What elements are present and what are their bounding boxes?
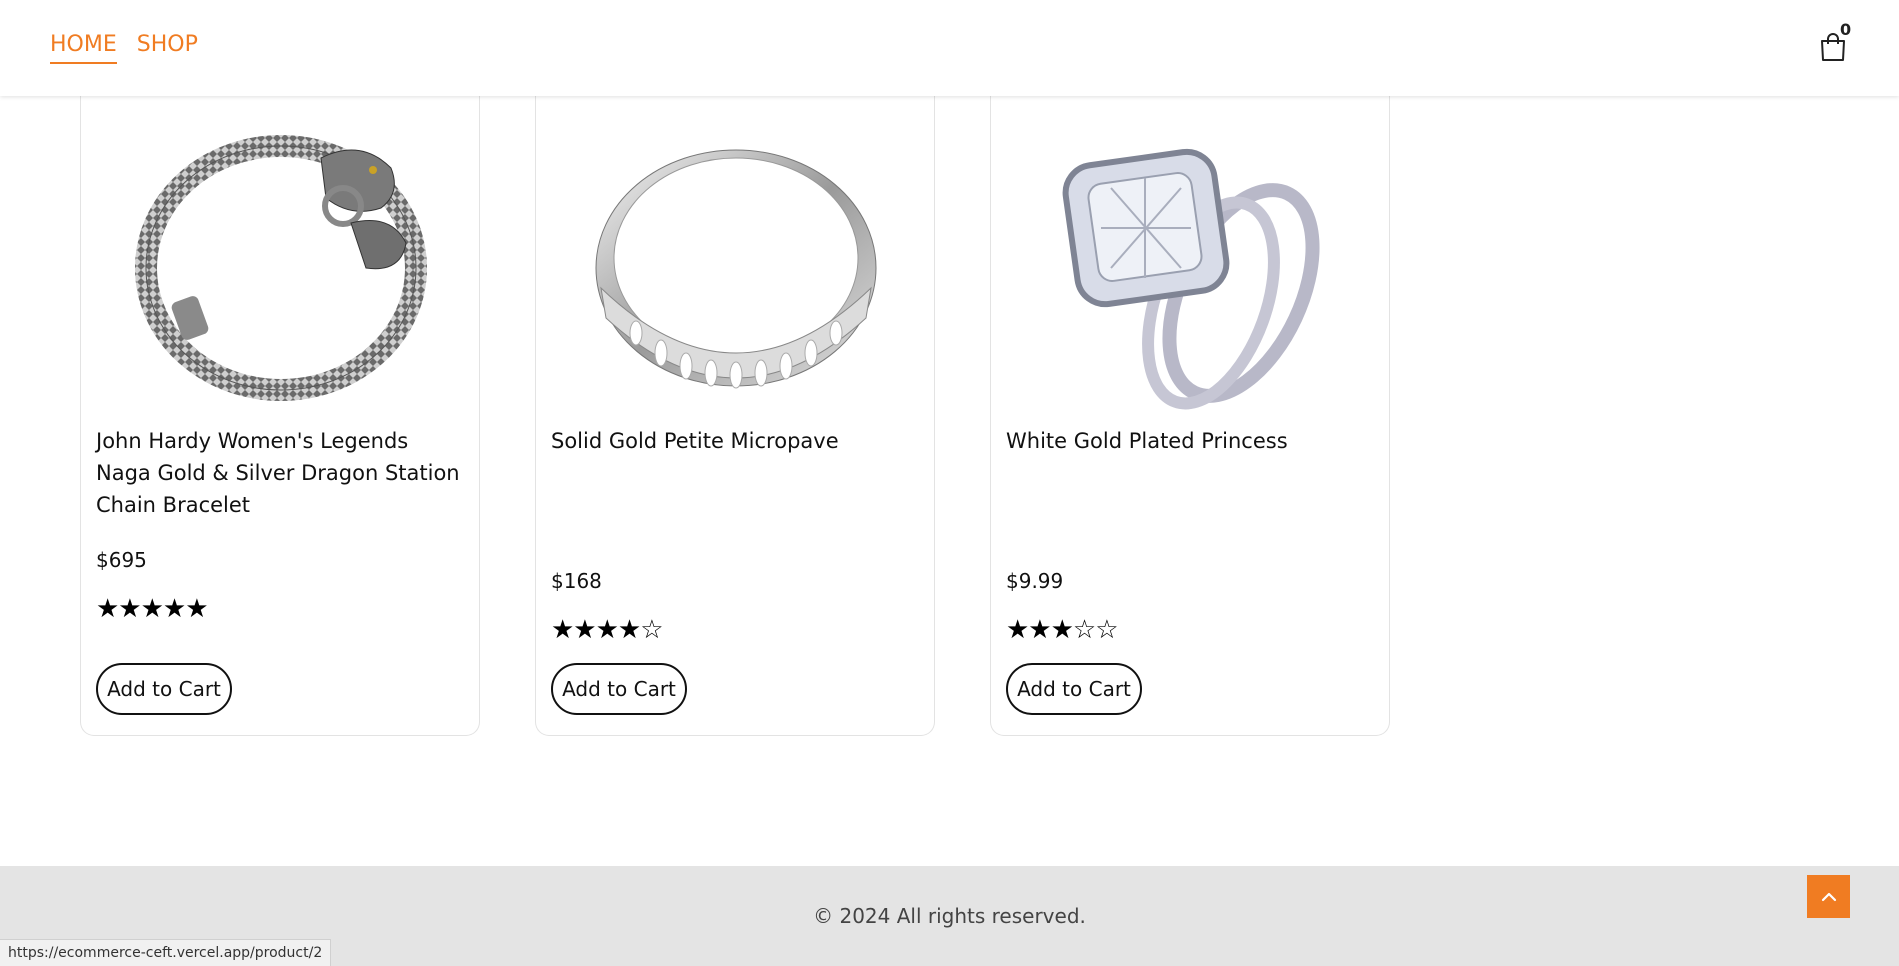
add-to-cart-button[interactable]: Add to Cart: [96, 663, 232, 715]
product-card[interactable]: Solid Gold Petite Micropave $168 ★★★★☆ A…: [535, 88, 935, 736]
add-to-cart-button[interactable]: Add to Cart: [1006, 663, 1142, 715]
product-image-bracelet[interactable]: [121, 118, 441, 416]
chevron-up-icon: [1821, 892, 1836, 901]
product-image-princess-ring[interactable]: [1031, 118, 1351, 416]
product-price: $695: [96, 548, 147, 572]
copyright-text: © 2024 All rights reserved.: [813, 904, 1086, 928]
add-to-cart-button[interactable]: Add to Cart: [551, 663, 687, 715]
product-card[interactable]: White Gold Plated Princess $9.99 ★★★☆☆ A…: [990, 88, 1390, 736]
nav-link-shop[interactable]: SHOP: [137, 30, 198, 64]
product-card[interactable]: John Hardy Women's Legends Naga Gold & S…: [80, 88, 480, 736]
browser-status-url: https://ecommerce-ceft.vercel.app/produc…: [0, 939, 332, 966]
rating-stars: ★★★★★: [96, 593, 209, 623]
rating-stars: ★★★★☆: [551, 614, 664, 644]
top-navbar: HOME SHOP 0: [0, 0, 1899, 96]
product-image-ring[interactable]: [576, 118, 896, 416]
product-price: $9.99: [1006, 569, 1064, 593]
cart-button[interactable]: 0: [1816, 20, 1852, 64]
nav-link-home[interactable]: HOME: [50, 30, 117, 64]
product-title[interactable]: White Gold Plated Princess: [1006, 425, 1376, 457]
back-to-top-button[interactable]: [1807, 875, 1850, 918]
product-price: $168: [551, 569, 602, 593]
rating-stars: ★★★☆☆: [1006, 614, 1119, 644]
product-title[interactable]: Solid Gold Petite Micropave: [551, 425, 921, 457]
product-title[interactable]: John Hardy Women's Legends Naga Gold & S…: [96, 425, 466, 521]
cart-count-badge: 0: [1840, 20, 1852, 39]
main-nav: HOME SHOP: [50, 30, 198, 64]
